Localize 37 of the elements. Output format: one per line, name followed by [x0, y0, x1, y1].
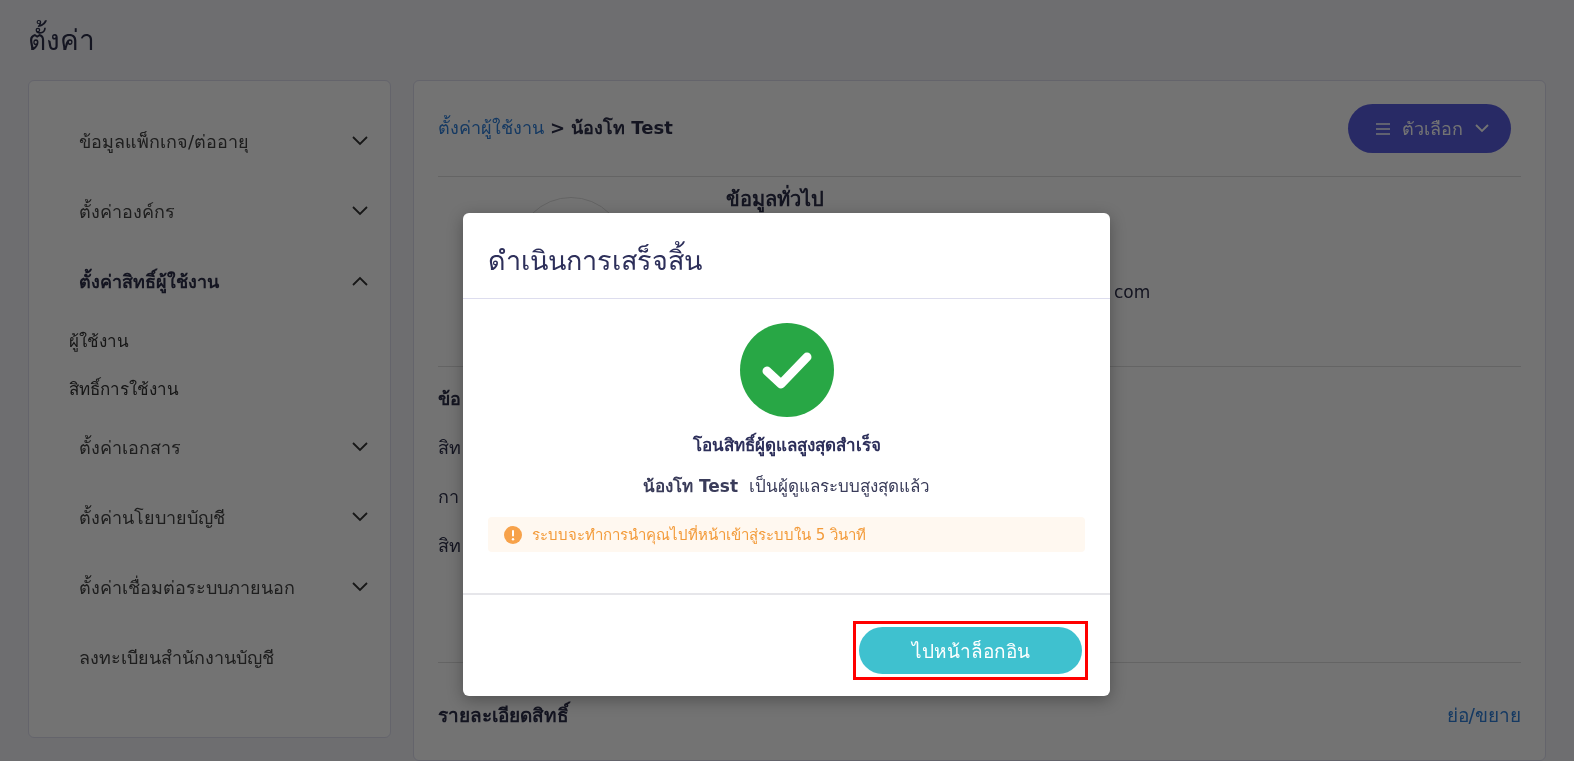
field-label: สิท — [438, 436, 462, 460]
breadcrumb-current: น้องโท Test — [571, 116, 673, 141]
email-text: com — [1114, 282, 1152, 302]
sidebar-item[interactable]: ผู้ใช้งาน — [69, 316, 368, 364]
field-label: สิท — [438, 534, 462, 558]
sidebar-item[interactable]: ลงทะเบียนสำนักงานบัญชี — [79, 622, 368, 692]
sidebar-group[interactable]: ตั้งค่าเอกสาร — [79, 412, 368, 482]
collapse-link[interactable]: ย่อ/ขยาย — [1446, 699, 1521, 732]
chevron-down-icon — [352, 206, 368, 216]
chevron-down-icon — [352, 582, 368, 592]
options-button[interactable]: ตัวเลือก — [1348, 104, 1511, 153]
breadcrumb-link[interactable]: ตั้งค่าผู้ใช้งาน — [438, 114, 544, 143]
field-label: ข้อ — [438, 387, 462, 411]
sidebar-group[interactable]: ตั้งค่าสิทธิ์ผู้ใช้งาน — [79, 246, 368, 316]
sidebar-group[interactable]: ตั้งค่าเชื่อมต่อระบบภายนอก — [79, 552, 368, 622]
warning-icon — [504, 525, 522, 544]
dialog-detail: น้องโท Test เป็นผู้ดูแลระบบสูงสุดแล้ว — [643, 474, 930, 499]
chevron-down-icon — [352, 136, 368, 146]
menu-icon — [1376, 122, 1390, 135]
dialog-title: ดำเนินการเสร็จสิ้น — [463, 213, 1110, 299]
section-heading: ข้อมูลทั่วไป — [726, 184, 825, 215]
breadcrumb-separator: > — [550, 116, 566, 141]
sidebar-item[interactable]: สิทธิ์การใช้งาน — [69, 364, 368, 412]
chevron-down-icon — [1475, 124, 1489, 133]
login-button[interactable]: ไปหน้าล็อกอิน — [859, 627, 1082, 674]
success-check-icon — [739, 323, 834, 417]
chevron-down-icon — [352, 512, 368, 522]
field-label: กา — [438, 485, 460, 509]
sidebar-group[interactable]: ข้อมูลแพ็กเกจ/ต่ออายุ — [79, 106, 368, 176]
section-heading: รายละเอียดสิทธิ์ — [438, 699, 569, 732]
chevron-down-icon — [352, 442, 368, 452]
page-title: ตั้งค่า — [28, 0, 1546, 80]
sidebar-group[interactable]: ตั้งค่าองค์กร — [79, 176, 368, 246]
notice-text: ระบบจะทำการนำคุณไปที่หน้าเข้าสู่ระบบใน 5 วินาที — [532, 524, 867, 547]
dialog-message: โอนสิทธิ์ผู้ดูแลสูงสุดสำเร็จ — [692, 431, 881, 458]
sidebar-group[interactable]: ตั้งค่านโยบายบัญชี — [79, 482, 368, 552]
chevron-up-icon — [352, 276, 368, 286]
